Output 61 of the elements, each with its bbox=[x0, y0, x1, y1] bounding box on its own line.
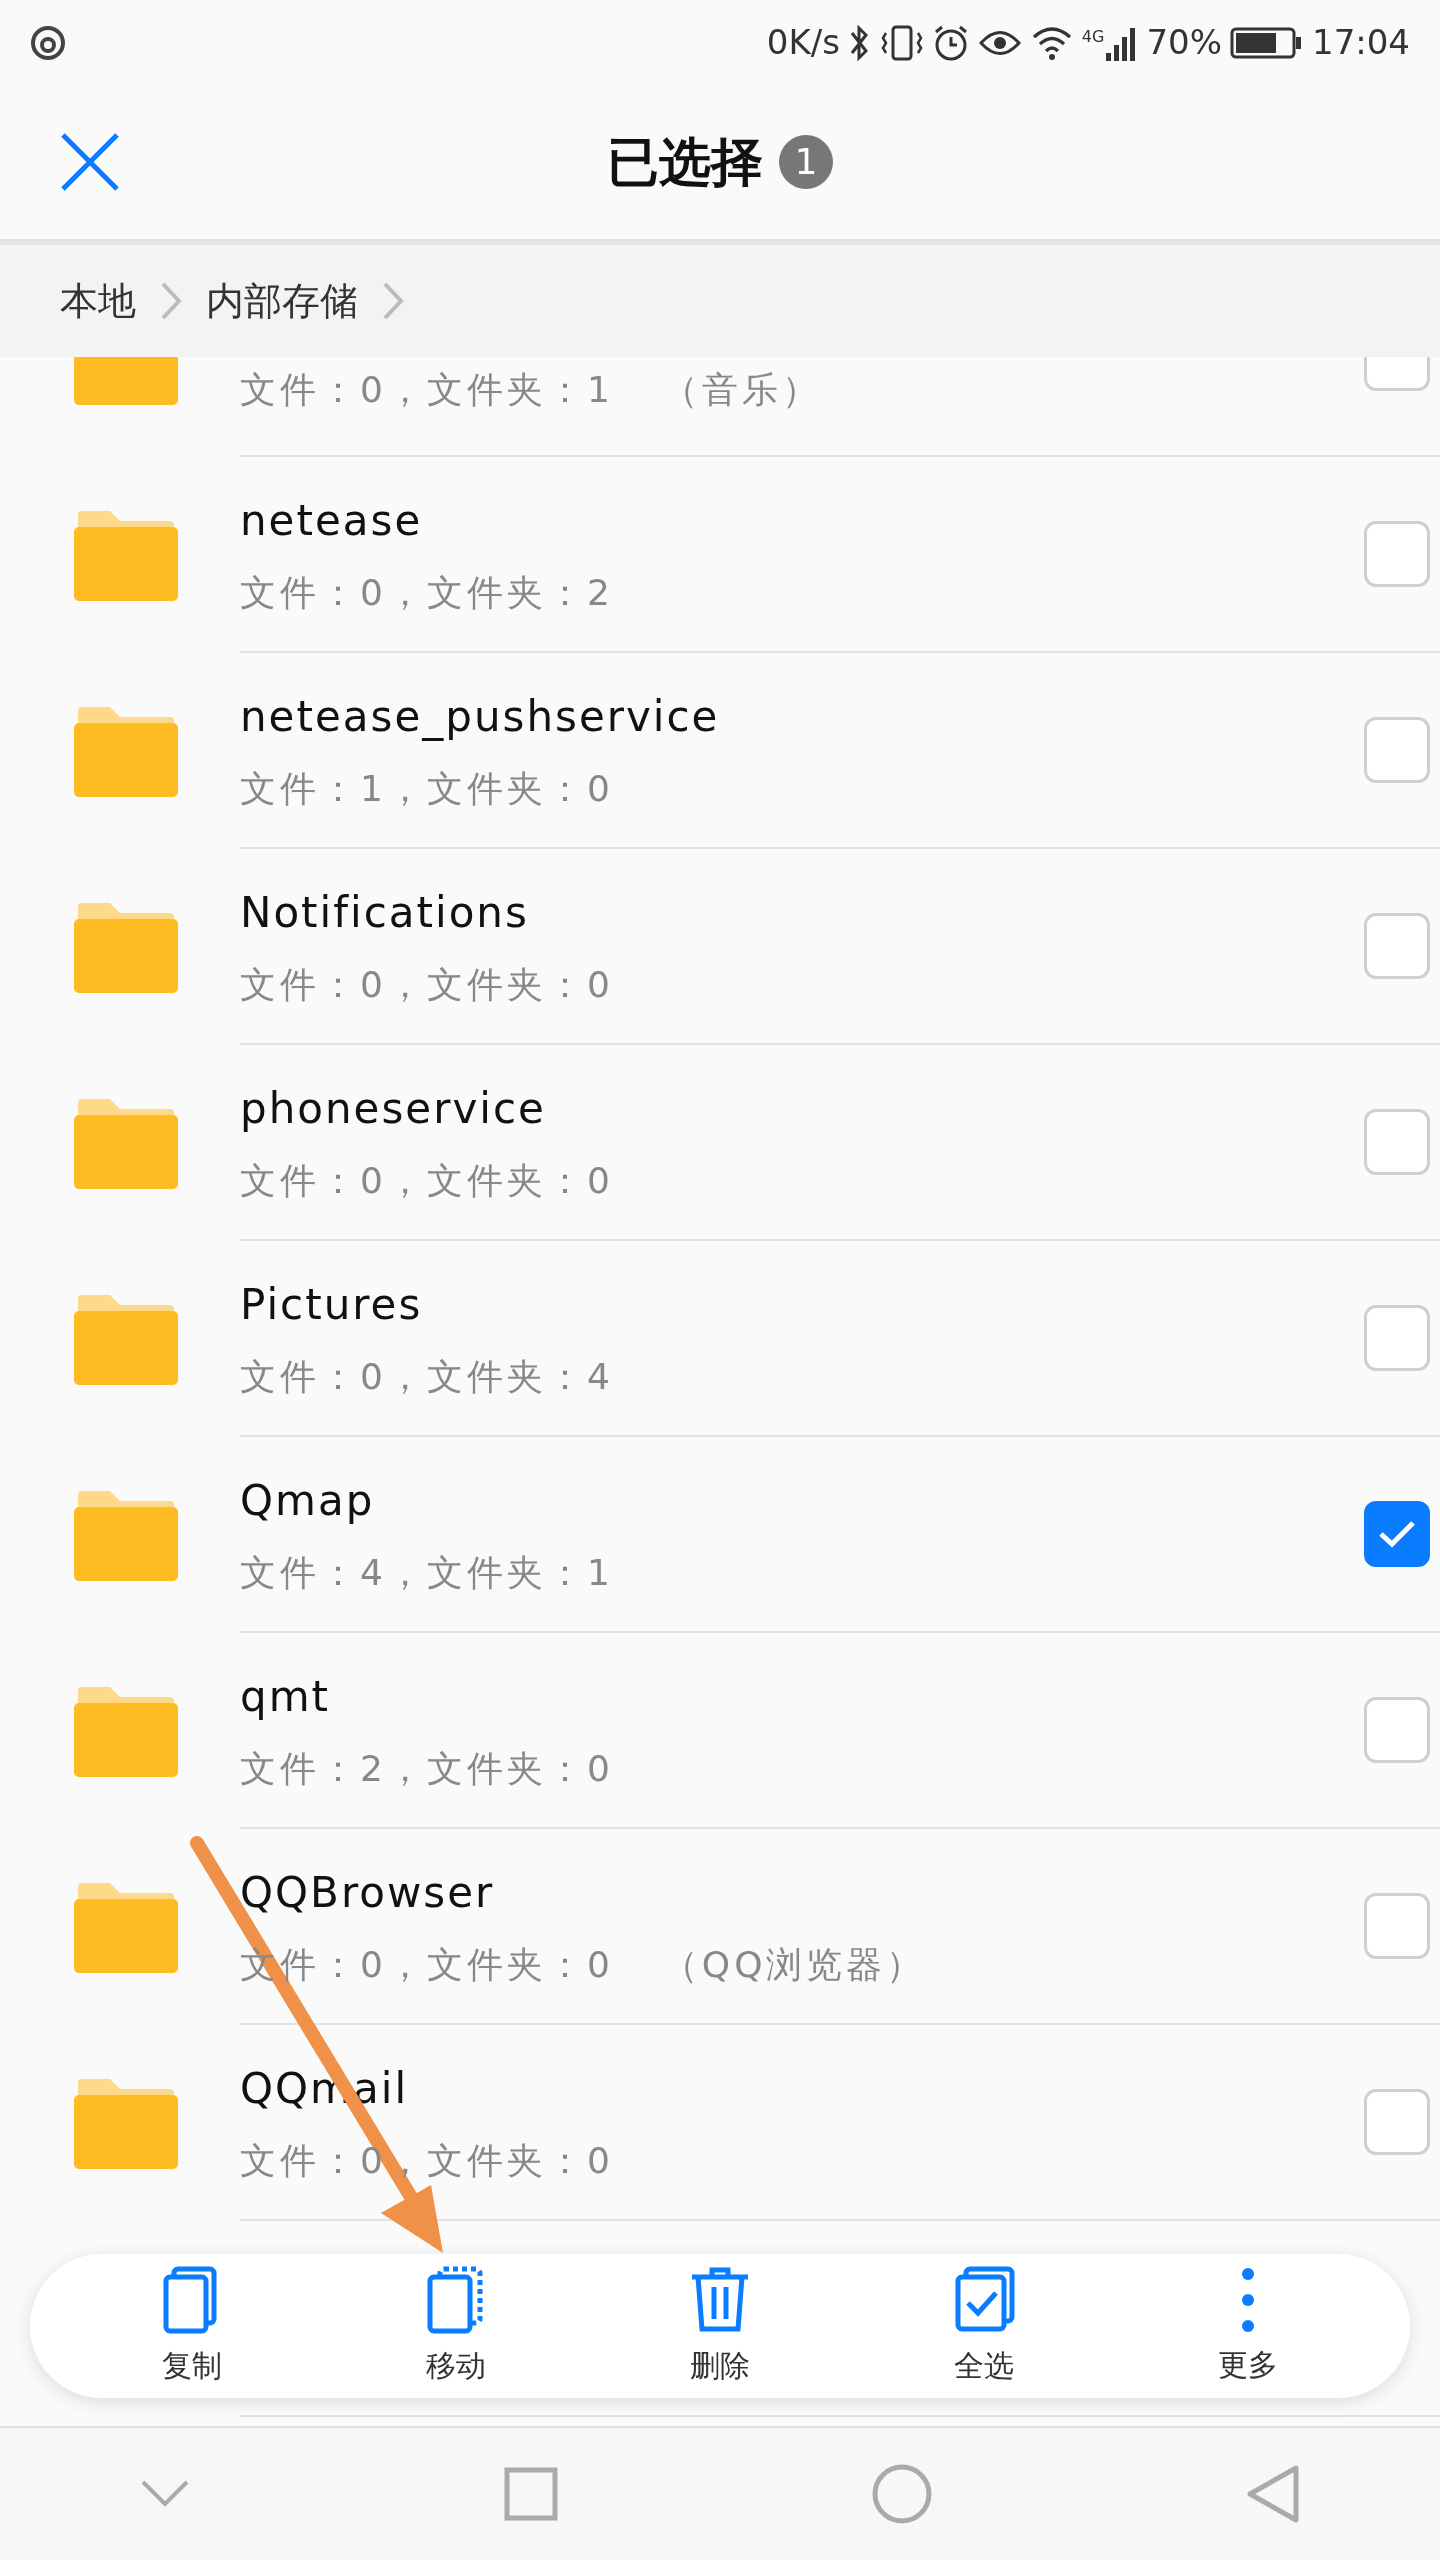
folder-icon bbox=[74, 2077, 178, 2169]
folder-note: （音乐） bbox=[661, 368, 822, 412]
clock-time: 17:04 bbox=[1312, 21, 1410, 64]
more-icon bbox=[1242, 2265, 1254, 2334]
folder-name: qmt bbox=[240, 1670, 332, 1723]
checkbox[interactable] bbox=[1364, 2089, 1430, 2155]
chevron-right-icon bbox=[382, 281, 404, 321]
checkbox[interactable] bbox=[1364, 717, 1430, 783]
folder-icon bbox=[74, 1293, 178, 1385]
checkbox[interactable] bbox=[1364, 1305, 1430, 1371]
checkbox[interactable] bbox=[1364, 1109, 1430, 1175]
toolbar-button[interactable]: 移动 bbox=[324, 2256, 588, 2396]
collapse-chevron-icon[interactable] bbox=[140, 2479, 190, 2509]
folder-details: 文件：0，文件夹：0 bbox=[240, 962, 614, 1007]
folder-icon bbox=[74, 1685, 178, 1777]
folder-details: 文件：0，文件夹：0 bbox=[240, 2138, 614, 2183]
chevron-right-icon bbox=[160, 281, 182, 321]
folder-name: Pictures bbox=[240, 1278, 424, 1331]
folder-name: phoneservice bbox=[240, 1082, 547, 1135]
home-icon[interactable] bbox=[872, 2464, 932, 2524]
folder-details: 文件：0，文件夹：0 bbox=[240, 1158, 614, 1203]
checkbox[interactable] bbox=[1364, 1697, 1430, 1763]
folder-note: （QQ浏览器） bbox=[661, 1942, 927, 1987]
folder-details: 文件：1，文件夹：0 bbox=[240, 766, 614, 811]
recent-apps-icon[interactable] bbox=[504, 2467, 558, 2521]
toolbar-button[interactable]: 复制 bbox=[60, 2256, 324, 2396]
selection-title: 已选择 bbox=[607, 131, 763, 194]
folder-icon bbox=[74, 1097, 178, 1189]
network-type: 4G bbox=[1081, 25, 1105, 48]
folder-name: Notifications bbox=[240, 886, 530, 939]
folder-details: 文件：0，文件夹：2 bbox=[240, 570, 614, 615]
checkbox[interactable] bbox=[1364, 1501, 1430, 1567]
folder-icon bbox=[74, 509, 178, 601]
folder-icon bbox=[74, 1881, 178, 1973]
checkmark-icon bbox=[1377, 1519, 1417, 1549]
folder-details: 文件：0，文件夹：4 bbox=[240, 1354, 614, 1399]
battery-percent: 70% bbox=[1146, 21, 1222, 64]
checkbox[interactable] bbox=[1364, 1893, 1430, 1959]
toolbar-button[interactable]: 全选 bbox=[852, 2256, 1116, 2396]
close-icon[interactable] bbox=[60, 132, 120, 192]
checkbox[interactable] bbox=[1364, 521, 1430, 587]
folder-name: netease bbox=[240, 494, 424, 547]
back-icon[interactable] bbox=[1246, 2464, 1300, 2524]
folder-name: QQBrowser bbox=[240, 1866, 496, 1919]
checkbox[interactable] bbox=[1364, 913, 1430, 979]
folder-icon bbox=[74, 901, 178, 993]
app-notification-icon bbox=[30, 24, 66, 61]
network-speed: 0K/s bbox=[766, 21, 840, 64]
folder-name: netease_pushservice bbox=[240, 690, 720, 743]
toolbar-button[interactable]: 删除 bbox=[588, 2256, 852, 2396]
folder-icon bbox=[74, 705, 178, 797]
folder-name: Qmap bbox=[240, 1474, 376, 1527]
battery-icon bbox=[1230, 25, 1304, 60]
folder-details: 文件：0，文件夹：1 bbox=[240, 368, 614, 412]
folder-icon bbox=[74, 1489, 178, 1581]
selected-count-badge: 1 bbox=[779, 135, 833, 189]
breadcrumb-item[interactable]: 本地 bbox=[60, 272, 136, 330]
toolbar-button[interactable]: 更多 bbox=[1116, 2257, 1380, 2395]
folder-details: 文件：2，文件夹：0 bbox=[240, 1746, 614, 1791]
folder-details: 文件：4，文件夹：1 bbox=[240, 1550, 614, 1595]
breadcrumb-item[interactable]: 内部存储 bbox=[206, 272, 358, 330]
